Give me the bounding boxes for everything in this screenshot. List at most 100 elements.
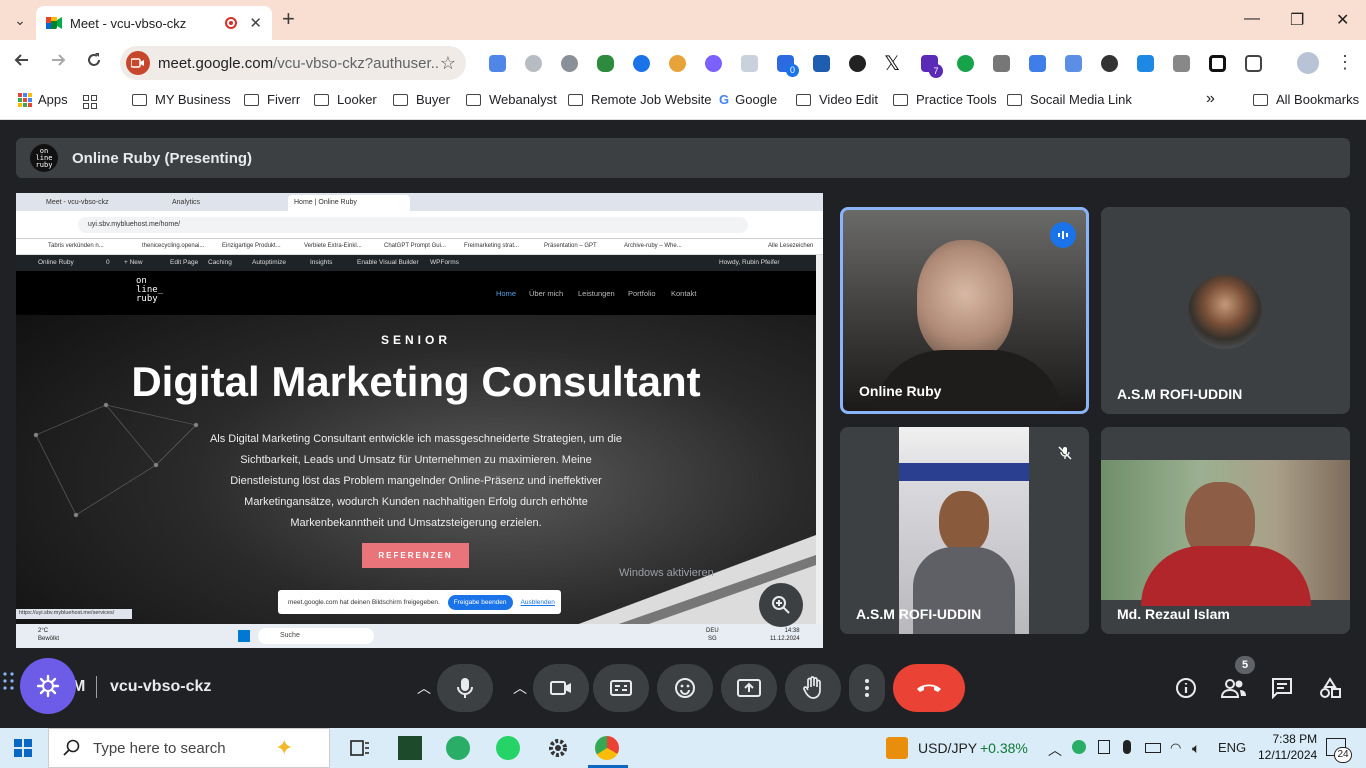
meeting-code: vcu-vbso-ckz <box>110 678 212 695</box>
profile-avatar-icon[interactable] <box>1297 52 1319 74</box>
tag-extension-icon[interactable] <box>1029 55 1046 72</box>
extension-badge: 7 <box>929 64 943 78</box>
leave-call-button[interactable] <box>893 664 965 712</box>
all-bookmarks-folder[interactable]: All Bookmarks <box>1253 92 1359 107</box>
input-language[interactable]: ENG <box>1218 740 1246 755</box>
microphone-button[interactable] <box>437 664 493 712</box>
bookmark-folder[interactable]: Looker <box>314 92 377 107</box>
task-view-icon[interactable] <box>348 736 372 760</box>
participant-tile-rezaul-islam[interactable]: Md. Rezaul Islam <box>1101 427 1350 634</box>
window-extension-icon[interactable] <box>1065 55 1082 72</box>
chat-icon[interactable] <box>1264 670 1300 706</box>
shield-extension-icon[interactable] <box>669 55 686 72</box>
tab-groups-icon[interactable] <box>83 95 97 109</box>
bookmark-folder[interactable]: Socail Media Link <box>1007 92 1132 107</box>
bookmark-apps[interactable]: Apps <box>18 92 68 107</box>
whatsapp-icon[interactable] <box>496 736 520 760</box>
site-nav-item: Portfolio <box>628 289 656 298</box>
pen-extension-icon[interactable] <box>1137 55 1154 72</box>
activities-icon[interactable] <box>1312 670 1348 706</box>
stocks-icon[interactable] <box>886 737 908 759</box>
bookmark-folder[interactable]: Buyer <box>393 92 450 107</box>
presenter-name: Online Ruby (Presenting) <box>72 149 253 167</box>
share-notice: meet.google.com hat deinen Bildschirm fr… <box>278 590 561 614</box>
drag-handle-icon[interactable] <box>3 672 15 699</box>
participant-tile-rofi-uddin-video[interactable]: A.S.M ROFI-UDDIN <box>840 427 1089 634</box>
chrome-icon[interactable] <box>595 736 619 760</box>
settings-gear-icon[interactable] <box>546 736 570 760</box>
back-icon[interactable] <box>14 52 30 73</box>
bookmark-folder[interactable]: Practice Tools <box>893 92 997 107</box>
assistant-gear-icon[interactable] <box>20 658 76 714</box>
tray-app-icon[interactable] <box>1098 740 1110 754</box>
participant-tile-rofi-uddin-avatar[interactable]: A.S.M ROFI-UDDIN <box>1101 207 1350 414</box>
captions-button[interactable] <box>593 664 649 712</box>
participant-tile-online-ruby[interactable]: Online Ruby <box>840 207 1089 414</box>
show-hidden-icons-icon[interactable]: ︿ <box>1048 740 1062 760</box>
puzzle-extensions-icon[interactable] <box>1245 55 1262 72</box>
frame-extension-icon[interactable] <box>1209 55 1226 72</box>
camera-site-icon[interactable] <box>126 51 150 75</box>
refresh-extension-icon[interactable] <box>957 55 974 72</box>
microphone-tray-icon[interactable] <box>1123 740 1131 754</box>
emoji-reactions-button[interactable] <box>657 664 713 712</box>
windows-start-icon[interactable] <box>14 739 32 760</box>
shared-tab: Meet - vcu-vbso-ckz <box>46 199 109 206</box>
tab-close-icon[interactable]: ✕ <box>249 14 262 32</box>
tab-search-button[interactable]: ⌄ <box>8 8 32 32</box>
more-bookmarks-button[interactable]: » <box>1206 90 1215 108</box>
eye-extension-icon[interactable] <box>633 55 650 72</box>
battery-icon[interactable] <box>1145 743 1161 753</box>
sticky-notes-icon[interactable] <box>398 736 422 760</box>
raise-hand-button[interactable] <box>785 664 841 712</box>
volume-icon[interactable]: 🔈︎ <box>1192 740 1200 757</box>
bookmark-folder[interactable]: MY Business <box>132 92 231 107</box>
folder-icon <box>314 93 329 106</box>
forward-icon[interactable] <box>50 52 66 73</box>
bookmark-folder[interactable]: Fiverr <box>244 92 300 107</box>
zoom-icon[interactable] <box>759 583 803 627</box>
browser-tab-meet[interactable]: Meet - vcu-vbso-ckz ✕ <box>36 6 272 40</box>
dark-circle-extension-icon[interactable] <box>1101 55 1118 72</box>
folder-icon <box>132 93 147 106</box>
present-screen-button[interactable] <box>721 664 777 712</box>
people-icon[interactable] <box>1216 670 1252 706</box>
circle-extension-icon[interactable] <box>849 55 866 72</box>
meeting-details-icon[interactable] <box>1168 670 1204 706</box>
bookmark-star-icon[interactable]: ☆ <box>440 53 456 74</box>
grid-extension-icon[interactable] <box>993 55 1010 72</box>
minimize-button[interactable]: — <box>1244 10 1260 28</box>
wifi-icon[interactable]: ◠ <box>1170 740 1181 756</box>
qr-extension-icon[interactable] <box>1173 55 1190 72</box>
address-bar[interactable]: meet.google.com/vcu-vbso-ckz?authuser...… <box>120 46 466 80</box>
gear-extension-icon[interactable] <box>705 55 722 72</box>
new-tab-button[interactable]: + <box>282 8 295 30</box>
search-highlight-icon: ✦ <box>275 735 294 760</box>
translate-extension-icon[interactable] <box>489 55 506 72</box>
bookmark-folder[interactable]: Webanalyst <box>466 92 557 107</box>
bookmark-folder[interactable]: Video Edit <box>796 92 878 107</box>
more-options-icon[interactable] <box>849 664 885 712</box>
taskbar-clock[interactable]: 7:38 PM 12/11/2024 <box>1258 731 1317 763</box>
x-extension-icon[interactable]: 𝕏 <box>884 51 900 76</box>
shared-bookmarks: Tabris verkünden n... thenicecycling.ope… <box>16 239 823 255</box>
camera-button[interactable] <box>533 664 589 712</box>
ticker-symbol[interactable]: USD/JPY <box>918 740 977 756</box>
wechat-tray-icon[interactable] <box>1072 740 1086 754</box>
layers-extension-icon[interactable] <box>813 55 830 72</box>
code-extension-icon[interactable] <box>741 55 758 72</box>
restore-button[interactable]: ❐ <box>1290 10 1304 30</box>
compass-extension-icon[interactable] <box>561 55 578 72</box>
bookmark-folder[interactable]: Remote Job Website <box>568 92 711 107</box>
shared-toolbar: uyi.sbv.mybluehost.me/home/ <box>16 211 823 239</box>
globe-extension-icon[interactable] <box>525 55 542 72</box>
leaf-extension-icon[interactable] <box>597 55 614 72</box>
chrome-menu-icon[interactable]: ⋮ <box>1336 52 1354 73</box>
close-window-button[interactable]: ✕ <box>1336 10 1349 30</box>
bookmark-google[interactable]: G Google <box>719 92 777 107</box>
shared-screen[interactable]: Meet - vcu-vbso-ckz Analytics Home | Onl… <box>16 193 823 648</box>
taskbar-search-box[interactable]: Type here to search ✦ <box>48 728 330 768</box>
folder-icon <box>466 93 481 106</box>
reload-icon[interactable] <box>86 52 102 73</box>
wechat-icon[interactable] <box>446 736 470 760</box>
